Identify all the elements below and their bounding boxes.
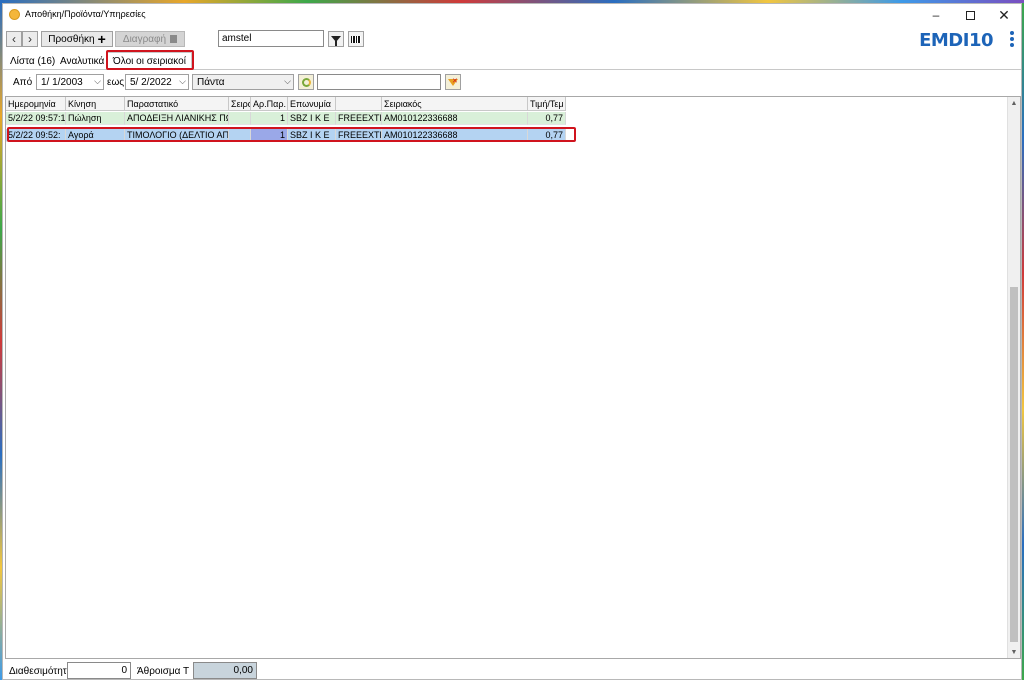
maximize-button[interactable] — [953, 4, 987, 26]
cell-extra: FREEEXTRA — [336, 112, 382, 125]
scroll-down-icon[interactable]: ▼ — [1008, 646, 1020, 658]
column-header-name[interactable]: Επωνυμία — [288, 97, 336, 111]
to-date-picker[interactable]: 5/ 2/2022 ⌵ — [125, 74, 189, 90]
column-header-document[interactable]: Παραστατικό — [125, 97, 229, 111]
title-bar: Αποθήκη/Προϊόντα/Υπηρεσίες – ✕ — [3, 4, 1021, 26]
forward-button[interactable]: › — [22, 31, 38, 47]
app-icon — [9, 9, 20, 20]
maximize-icon — [965, 10, 975, 20]
cell-document: ΑΠΟΔΕΙΞΗ ΛΙΑΝΙΚΗΣ ΠΩ — [125, 112, 229, 125]
window-title: Αποθήκη/Προϊόντα/Υπηρεσίες — [25, 9, 146, 19]
footer-bar: Διαθεσιμότητα 0 Άθροισμα Τιμής 0,00 — [3, 661, 1021, 680]
column-header-extra[interactable] — [336, 97, 382, 111]
cell-price: 0,77 — [528, 112, 566, 125]
delete-button-label: Διαγραφή — [122, 33, 167, 45]
column-header-serial[interactable]: Σειριακός — [382, 97, 528, 111]
from-date-value: 1/ 1/2003 — [41, 77, 83, 88]
cell-doc-no: 1 — [251, 112, 288, 125]
filter-button[interactable] — [328, 31, 344, 47]
filter-search-input[interactable] — [317, 74, 441, 90]
chevron-down-icon: ⌵ — [284, 76, 291, 86]
chevron-down-icon: ⌵ — [94, 76, 101, 86]
search-input[interactable] — [218, 30, 324, 47]
column-header-series[interactable]: Σειρά — [229, 97, 251, 111]
add-button[interactable]: Προσθήκη + — [41, 31, 113, 47]
highlight-box-tab — [106, 50, 194, 70]
clear-filter-button[interactable] — [445, 74, 461, 90]
column-header-date[interactable]: Ημερομηνία — [6, 97, 66, 111]
serials-grid: Ημερομηνία Κίνηση Παραστατικό Σειρά Αρ.Π… — [5, 96, 1021, 659]
refresh-icon — [301, 77, 311, 87]
column-header-doc-no[interactable]: Αρ.Παρ. — [251, 97, 288, 111]
plus-icon: + — [97, 31, 106, 47]
chevron-left-icon: ‹ — [12, 32, 16, 46]
barcode-button[interactable] — [348, 31, 364, 47]
cell-name: SBZ I K E — [288, 112, 336, 125]
cell-date: 5/2/22 09:57:1 — [6, 112, 66, 125]
tab-list[interactable]: Λίστα (16) — [7, 54, 58, 70]
kebab-dot-icon — [1010, 37, 1014, 41]
period-value: Πάντα — [197, 77, 225, 88]
to-date-value: 5/ 2/2022 — [130, 77, 172, 88]
filter-bar: Από 1/ 1/2003 ⌵ εως 5/ 2/2022 ⌵ Πάντα ⌵ — [3, 72, 1021, 92]
from-date-picker[interactable]: 1/ 1/2003 ⌵ — [36, 74, 104, 90]
cell-movement: Πώληση — [66, 112, 125, 125]
more-menu-button[interactable] — [1009, 31, 1015, 47]
tab-analytic[interactable]: Αναλυτικά — [57, 54, 104, 70]
close-button[interactable]: ✕ — [987, 4, 1021, 26]
barcode-icon — [351, 35, 361, 43]
from-label: Από — [13, 77, 33, 88]
kebab-dot-icon — [1010, 31, 1014, 35]
column-header-price[interactable]: Τιμή/Τεμ — [528, 97, 566, 111]
sum-value: 0,00 — [193, 662, 257, 679]
cell-serial: AM010122336688 — [382, 112, 528, 125]
sum-label: Άθροισμα Τιμής — [137, 666, 189, 677]
period-select[interactable]: Πάντα ⌵ — [192, 74, 294, 90]
to-label: εως — [107, 77, 125, 88]
available-value: 0 — [67, 662, 131, 679]
chevron-right-icon: › — [28, 32, 32, 46]
filter-icon — [331, 36, 341, 46]
minimize-button[interactable]: – — [919, 4, 953, 26]
refresh-button[interactable] — [298, 74, 314, 90]
tab-bar: Λίστα (16) Αναλυτικά Όλοι οι σειριακοί — [3, 50, 1021, 70]
app-window: Αποθήκη/Προϊόντα/Υπηρεσίες – ✕ ‹ › Προσθ… — [2, 3, 1022, 680]
available-label: Διαθεσιμότητα — [9, 666, 67, 677]
delete-button[interactable]: Διαγραφή — [115, 31, 185, 47]
vertical-scrollbar[interactable]: ▲ ▼ — [1007, 97, 1020, 658]
add-button-label: Προσθήκη — [48, 33, 95, 45]
trash-icon — [170, 35, 178, 43]
table-row[interactable]: 5/2/22 09:57:1 Πώληση ΑΠΟΔΕΙΞΗ ΛΙΑΝΙΚΗΣ … — [6, 112, 566, 125]
chevron-down-icon: ⌵ — [179, 76, 186, 86]
kebab-dot-icon — [1010, 43, 1014, 47]
cell-series — [229, 112, 251, 125]
back-button[interactable]: ‹ — [6, 31, 22, 47]
clear-filter-icon — [448, 77, 458, 86]
highlight-box-row — [7, 127, 576, 142]
app-logo: EMDI10 — [919, 30, 993, 51]
column-header-movement[interactable]: Κίνηση — [66, 97, 125, 111]
scroll-up-icon[interactable]: ▲ — [1008, 97, 1020, 109]
grid-header: Ημερομηνία Κίνηση Παραστατικό Σειρά Αρ.Π… — [6, 97, 566, 111]
toolbar: ‹ › Προσθήκη + Διαγραφή EMDI10 — [3, 28, 1021, 51]
scrollbar-thumb[interactable] — [1010, 287, 1018, 642]
